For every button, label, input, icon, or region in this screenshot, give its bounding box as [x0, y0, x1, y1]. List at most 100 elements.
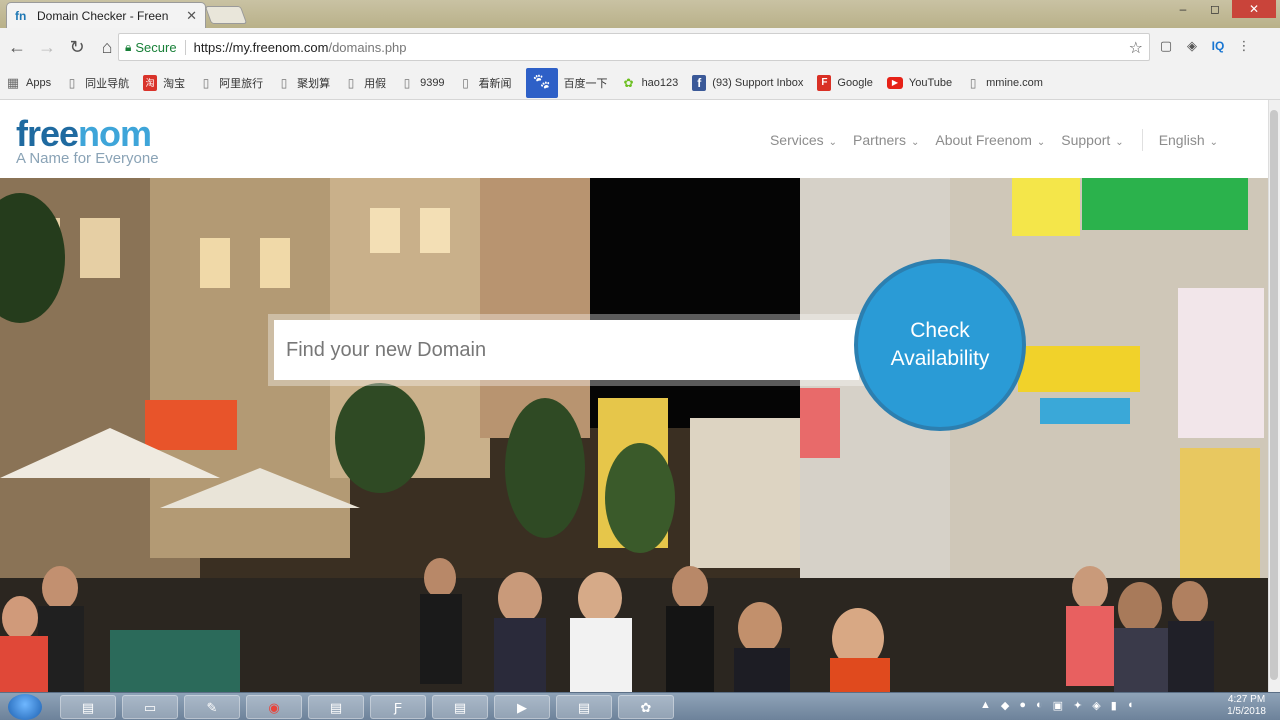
nav-support[interactable]: Support ⌄: [1061, 132, 1123, 151]
system-tray: ▲ ◆ ● ◐ ▣ ✦ ◈ ▮ ◖: [980, 699, 1133, 712]
check-availability-line2: Availability: [890, 347, 990, 370]
extension-icons: ▢ ◈ IQ ⋮: [1156, 34, 1254, 58]
taskbar-app-document-icon[interactable]: ▤: [556, 695, 612, 719]
page-scrollbar-thumb[interactable]: [1270, 110, 1278, 680]
check-availability-line1: Check: [910, 319, 970, 342]
forward-icon[interactable]: →: [34, 34, 60, 60]
bookmark-label: 看新闻: [478, 77, 512, 90]
taskbar-clock[interactable]: 4:27 PM 1/5/2018: [1227, 694, 1266, 718]
bookmark-item[interactable]: ▯ 用假: [344, 75, 386, 91]
bookmark-label: Google: [837, 76, 873, 89]
cast-icon[interactable]: ▢: [1156, 34, 1176, 58]
chevron-down-icon: ⌄: [1209, 137, 1218, 148]
extension-icon[interactable]: ◈: [1182, 34, 1202, 58]
bookmark-item[interactable]: ▯ 聚划算: [277, 75, 330, 91]
maximize-button[interactable]: ◻: [1200, 0, 1230, 18]
bookmark-item[interactable]: 淘 淘宝: [143, 74, 186, 91]
screen: fn Domain Checker - Freen ✕ – ◻ ✕ ← → ↻ …: [0, 0, 1280, 720]
tray-icon[interactable]: ✦: [1073, 699, 1082, 712]
chevron-down-icon: ⌄: [828, 137, 838, 148]
tab-title: Domain Checker - Freen: [37, 8, 169, 23]
domain-search-input[interactable]: [274, 320, 859, 380]
page-icon: ▯: [462, 75, 469, 90]
taskbar-app-paint-icon[interactable]: ✿: [618, 695, 674, 719]
bookmarks-bar: ▦ Apps ▯ 同业导航 淘 淘宝 ▯ 阿里旅行 ▯ 聚划算 ▯ 用假 ▯ 9…: [0, 66, 1280, 100]
check-availability-button[interactable]: Check Availability: [854, 259, 1026, 431]
bookmark-item[interactable]: ▯ 阿里旅行: [199, 75, 263, 91]
nav-services[interactable]: Services ⌄: [770, 132, 837, 151]
bookmark-item[interactable]: f (93) Support Inbox: [692, 74, 803, 91]
bookmark-item[interactable]: F Google: [817, 74, 873, 91]
clock-date: 1/5/2018: [1227, 706, 1266, 717]
bookmark-label: YouTube: [908, 76, 953, 89]
bookmark-label: 聚划算: [297, 77, 331, 90]
windows-taskbar: ▤ ▭ ✎ ◉ ▤ Ƒ ▤ ▶ ▤ ✿ ▲ ◆ ● ◐ ▣ ✦ ◈ ▮ ◖ 4:…: [0, 692, 1280, 720]
site-header: freenom A Name for Everyone Services ⌄ Pa…: [0, 100, 1268, 178]
minimize-button[interactable]: –: [1168, 0, 1198, 18]
close-window-button[interactable]: ✕: [1232, 0, 1276, 18]
iq-extension-icon[interactable]: IQ: [1208, 34, 1228, 58]
taskbar-app-f-icon[interactable]: Ƒ: [370, 695, 426, 719]
tray-icon[interactable]: ●: [1019, 699, 1026, 712]
tray-icon[interactable]: ◆: [1001, 699, 1009, 712]
close-tab-icon[interactable]: ✕: [186, 8, 197, 24]
browser-tab-strip: fn Domain Checker - Freen ✕ – ◻ ✕: [0, 0, 1280, 28]
freenom-logo[interactable]: freenom: [16, 113, 152, 154]
menu-icon[interactable]: ⋮: [1234, 34, 1254, 58]
bookmark-label: 阿里旅行: [219, 77, 264, 90]
tray-icon[interactable]: ▲: [980, 699, 991, 712]
domain-search-box: [274, 320, 859, 380]
youtube-icon: ▶: [886, 76, 903, 89]
windows-start-icon[interactable]: [8, 694, 42, 720]
bookmark-label: 9399: [420, 76, 445, 89]
page-icon: ▯: [969, 75, 977, 90]
bookmark-item[interactable]: ▶ YouTube: [886, 76, 953, 89]
taskbar-app-chrome-icon[interactable]: ◉: [246, 695, 302, 719]
home-icon[interactable]: ⌂: [94, 34, 120, 60]
bookmark-star-icon[interactable]: ☆: [1129, 38, 1143, 58]
bookmark-item[interactable]: ▯ mmine.com: [966, 75, 1043, 91]
taskbar-app-media-icon[interactable]: ▶: [494, 695, 550, 719]
bookmark-item[interactable]: ▯ 看新闻: [459, 75, 512, 91]
page-icon: ▯: [202, 75, 210, 90]
facebook-icon: f: [692, 74, 707, 91]
bookmark-apps[interactable]: ▦ Apps: [6, 75, 51, 91]
logo-tagline: A Name for Everyone: [16, 150, 159, 167]
logo-nom-text: nom: [78, 113, 152, 154]
tray-icon[interactable]: ◐: [1036, 699, 1043, 712]
network-icon[interactable]: ▮: [1111, 699, 1117, 712]
clock-time: 4:27 PM: [1227, 694, 1266, 705]
bookmark-label: 用假: [364, 77, 387, 90]
google-icon: F: [817, 74, 832, 91]
new-tab-button[interactable]: [204, 6, 248, 24]
hao123-icon: ✿: [623, 75, 634, 90]
taskbar-app-document-icon[interactable]: ▤: [432, 695, 488, 719]
nav-partners[interactable]: Partners ⌄: [853, 132, 919, 151]
taobao-icon: 淘: [143, 74, 158, 91]
chevron-down-icon: ⌄: [910, 137, 920, 148]
bookmark-item[interactable]: ✿ hao123: [622, 75, 679, 91]
nav-about-freenom[interactable]: About Freenom ⌄: [935, 132, 1045, 151]
volume-icon[interactable]: ◖: [1127, 699, 1134, 712]
back-icon[interactable]: ←: [4, 34, 30, 60]
language-selector[interactable]: English ⌄: [1159, 132, 1218, 151]
page-icon: ▯: [68, 75, 76, 90]
taskbar-app-document-icon[interactable]: ▤: [308, 695, 364, 719]
reload-icon[interactable]: ↻: [64, 34, 90, 60]
bookmark-label: 淘宝: [163, 77, 186, 90]
browser-tab[interactable]: fn Domain Checker - Freen ✕: [6, 2, 206, 28]
tray-icon[interactable]: ◈: [1092, 699, 1100, 712]
bookmark-item[interactable]: ▯ 同业导航: [65, 75, 129, 91]
bookmark-label: 百度一下: [563, 77, 608, 90]
tray-icon[interactable]: ▣: [1053, 699, 1063, 712]
logo-free-text: free: [16, 113, 79, 154]
taskbar-app-explorer-icon[interactable]: ▭: [122, 695, 178, 719]
language-label: English: [1158, 132, 1205, 148]
bookmark-label: mmine.com: [986, 76, 1043, 89]
taskbar-app-tools-icon[interactable]: ✎: [184, 695, 240, 719]
baidu-icon: 🐾︎: [525, 67, 558, 98]
bookmark-item[interactable]: 🐾︎ 百度一下: [525, 67, 608, 98]
taskbar-app-document-icon[interactable]: ▤: [60, 695, 116, 719]
address-bar[interactable]: 🔒︎ Secure https://my.freenom.com /domain…: [118, 33, 1150, 61]
bookmark-item[interactable]: ▯ 9399: [400, 75, 445, 91]
